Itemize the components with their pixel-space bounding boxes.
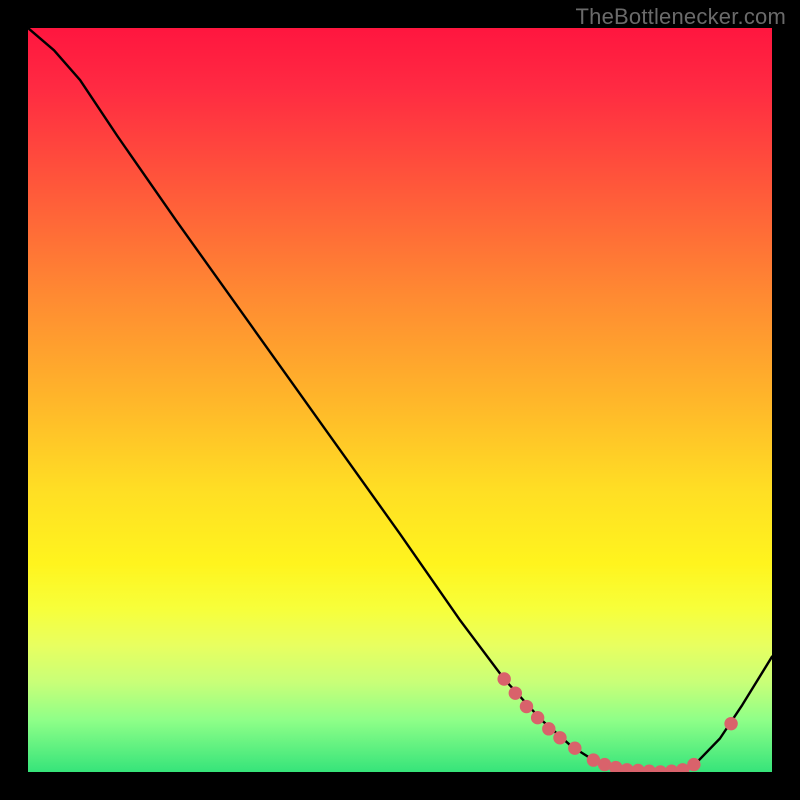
highlight-dot: [542, 722, 555, 735]
bottleneck-curve-path: [28, 28, 772, 772]
curve-layer: [28, 28, 772, 772]
highlight-dot: [531, 711, 544, 724]
highlight-dot: [509, 686, 522, 699]
highlight-dot: [724, 717, 737, 730]
watermark-text: TheBottlenecker.com: [576, 4, 786, 30]
plot-area: [28, 28, 772, 772]
highlight-dot: [568, 741, 581, 754]
highlight-dot: [520, 700, 533, 713]
highlight-dot: [687, 758, 700, 771]
chart-frame: TheBottlenecker.com: [0, 0, 800, 800]
highlight-dot: [497, 672, 510, 685]
highlight-dot: [553, 731, 566, 744]
